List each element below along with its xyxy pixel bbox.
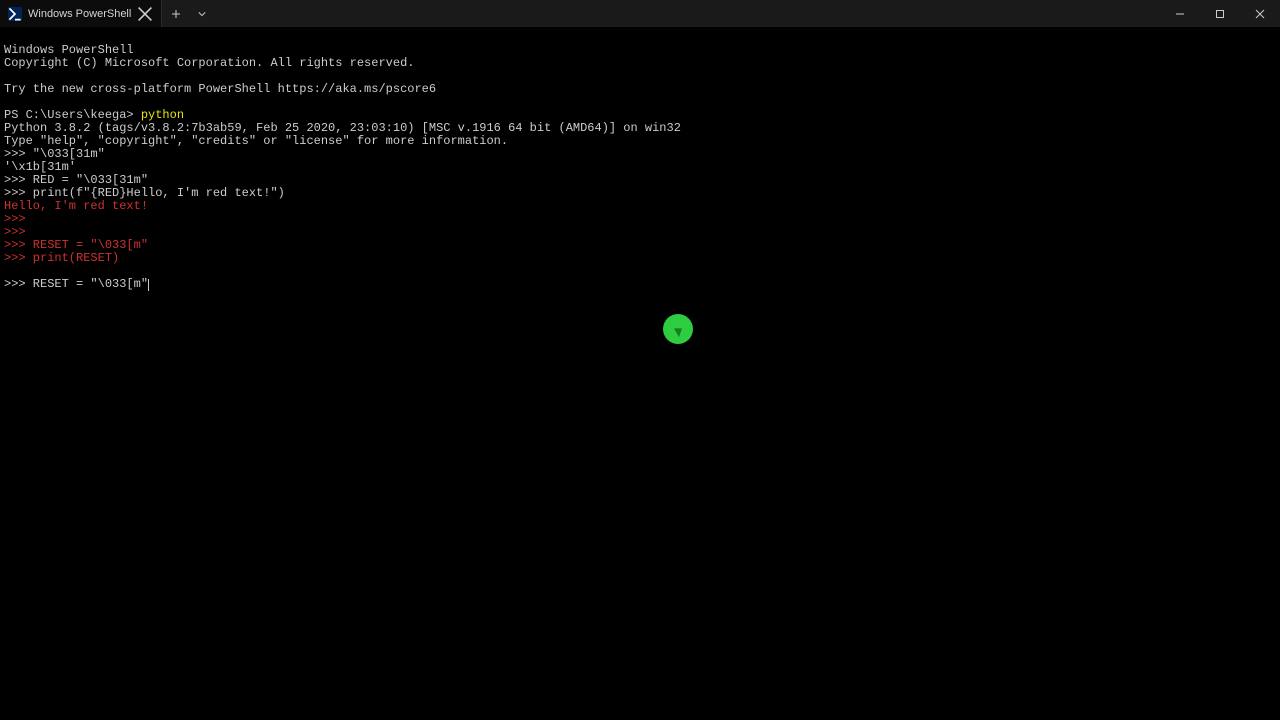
powershell-icon	[8, 7, 22, 21]
window-controls	[1160, 0, 1280, 27]
mouse-cursor-highlight	[663, 314, 693, 344]
terminal-line: Python 3.8.2 (tags/v3.8.2:7b3ab59, Feb 2…	[4, 121, 681, 135]
new-tab-button[interactable]	[162, 0, 190, 27]
terminal-output[interactable]: Windows PowerShell Copyright (C) Microso…	[0, 28, 1280, 294]
terminal-line: Hello, I'm red text!	[4, 199, 148, 213]
terminal-line: >>> print(RESET)	[4, 251, 119, 265]
terminal-line: Try the new cross-platform PowerShell ht…	[4, 82, 436, 96]
terminal-line: Windows PowerShell	[4, 43, 134, 57]
terminal-line: Copyright (C) Microsoft Corporation. All…	[4, 56, 414, 70]
tab-title: Windows PowerShell	[28, 8, 131, 20]
terminal-line: Type "help", "copyright", "credits" or "…	[4, 134, 508, 148]
terminal-line: PS C:\Users\keega> python	[4, 108, 184, 122]
terminal-line: '\x1b[31m'	[4, 160, 76, 174]
title-bar: Windows PowerShell	[0, 0, 1280, 28]
terminal-line: >>> RESET = "\033[m"	[4, 238, 148, 252]
maximize-button[interactable]	[1200, 0, 1240, 28]
terminal-line: >>> RESET = "\033[m"	[4, 277, 149, 291]
terminal-line: >>> print(f"{RED}Hello, I'm red text!")	[4, 186, 285, 200]
text-cursor	[148, 279, 149, 291]
minimize-button[interactable]	[1160, 0, 1200, 28]
titlebar-drag-region[interactable]	[214, 0, 1160, 27]
close-tab-icon[interactable]	[137, 6, 153, 22]
terminal-line: >>>	[4, 212, 26, 226]
tab-powershell[interactable]: Windows PowerShell	[0, 0, 162, 27]
terminal-line: >>> "\033[31m"	[4, 147, 105, 161]
terminal-line: >>>	[4, 225, 26, 239]
terminal-line: >>> RED = "\033[31m"	[4, 173, 148, 187]
tab-dropdown-button[interactable]	[190, 0, 214, 27]
close-window-button[interactable]	[1240, 0, 1280, 28]
